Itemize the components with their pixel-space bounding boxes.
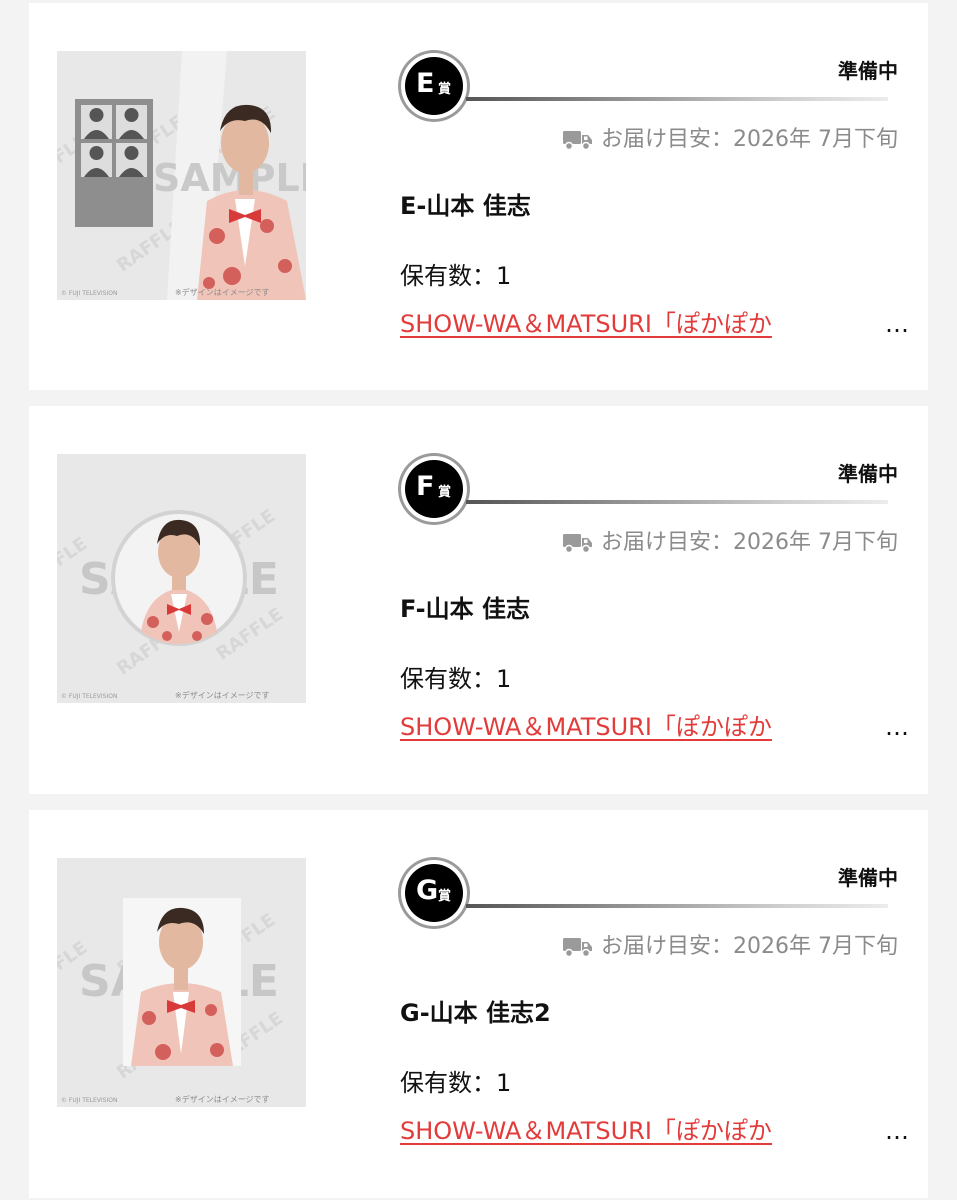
campaign-link[interactable]: SHOW-WA＆MATSURI「ぽかぽか [400, 307, 884, 341]
owned-count: 保有数：1 [400, 1069, 512, 1097]
truck-icon [563, 131, 593, 151]
delivery-estimate: お届け目安：2026年 7月下旬 [563, 124, 898, 156]
status-progress-line [466, 500, 888, 504]
delivery-estimate: お届け目安：2026年 7月下旬 [563, 931, 898, 963]
owned-count: 保有数：1 [400, 262, 512, 290]
prize-grade-letter: E [416, 68, 435, 99]
prize-grade-letter: G [416, 875, 439, 906]
prize-grade-suffix: 賞 [438, 889, 452, 904]
campaign-link[interactable]: SHOW-WA＆MATSURI「ぽかぽか [400, 710, 884, 744]
prize-grade-badge-inner: E 賞 [405, 57, 463, 115]
svg-text:© FUJI TELEVISION: © FUJI TELEVISION [61, 1097, 117, 1104]
delivery-text: お届け目安：2026年 7月下旬 [601, 934, 898, 959]
thumbnail-square-photo-image: RAFFLE RAFFLE RAFFLE RAFFLE RAFFLE SAMPL… [57, 858, 306, 1107]
svg-text:© FUJI TELEVISION: © FUJI TELEVISION [61, 693, 117, 700]
campaign-link-ellipsis: … [885, 713, 909, 741]
svg-text:© FUJI TELEVISION: © FUJI TELEVISION [61, 290, 117, 297]
status-label: 準備中 [838, 462, 898, 486]
prize-thumbnail[interactable]: RAFFLE RAFFLE RAFFLE RAFFLE RAFFLE SAMPL… [57, 454, 306, 703]
prize-grade-suffix: 賞 [438, 82, 452, 97]
prize-card[interactable]: RAFFLE RAFFLE RAFFLE RAFFLE RAFFLE SAMPL… [29, 406, 928, 794]
prize-grade-badge: G 賞 [401, 860, 467, 926]
svg-text:※デザインはイメージです: ※デザインはイメージです [175, 1094, 270, 1104]
campaign-link-ellipsis: … [885, 1117, 909, 1145]
thumbnail-photo-frame-image: RAFFLE RAFFLE RAFFLE RAFFLE RAFFLE SAMPL… [57, 51, 306, 300]
status-label: 準備中 [838, 59, 898, 83]
prize-card[interactable]: RAFFLE RAFFLE RAFFLE RAFFLE RAFFLE SAMPL… [29, 810, 928, 1198]
prize-grade-letter: F [416, 471, 435, 502]
prize-grade-badge: E 賞 [401, 53, 467, 119]
delivery-estimate: お届け目安：2026年 7月下旬 [563, 527, 898, 559]
status-progress-line [466, 97, 888, 101]
prize-card[interactable]: RAFFLE RAFFLE RAFFLE RAFFLE RAFFLE SAMPL… [29, 3, 928, 390]
thumbnail-can-badge-image: RAFFLE RAFFLE RAFFLE RAFFLE RAFFLE SAMPL… [57, 454, 306, 703]
item-name: G-山本 佳志2 [400, 999, 551, 1027]
status-progress-line [466, 904, 888, 908]
prize-grade-badge-inner: F 賞 [405, 460, 463, 518]
campaign-link[interactable]: SHOW-WA＆MATSURI「ぽかぽか [400, 1114, 884, 1148]
truck-icon [563, 534, 593, 554]
delivery-text: お届け目安：2026年 7月下旬 [601, 530, 898, 555]
status-label: 準備中 [838, 866, 898, 890]
prize-thumbnail[interactable]: RAFFLE RAFFLE RAFFLE RAFFLE RAFFLE SAMPL… [57, 51, 306, 300]
item-name: E-山本 佳志 [400, 192, 531, 220]
truck-icon [563, 938, 593, 958]
owned-count: 保有数：1 [400, 665, 512, 693]
svg-text:※デザインはイメージです: ※デザインはイメージです [175, 690, 270, 700]
prize-grade-suffix: 賞 [438, 485, 452, 500]
svg-text:※デザインはイメージです: ※デザインはイメージです [175, 287, 270, 297]
delivery-text: お届け目安：2026年 7月下旬 [601, 127, 898, 152]
prize-thumbnail[interactable]: RAFFLE RAFFLE RAFFLE RAFFLE RAFFLE SAMPL… [57, 858, 306, 1107]
prize-grade-badge: F 賞 [401, 456, 467, 522]
prize-grade-badge-inner: G 賞 [405, 864, 463, 922]
item-name: F-山本 佳志 [400, 595, 530, 623]
campaign-link-ellipsis: … [885, 310, 909, 338]
